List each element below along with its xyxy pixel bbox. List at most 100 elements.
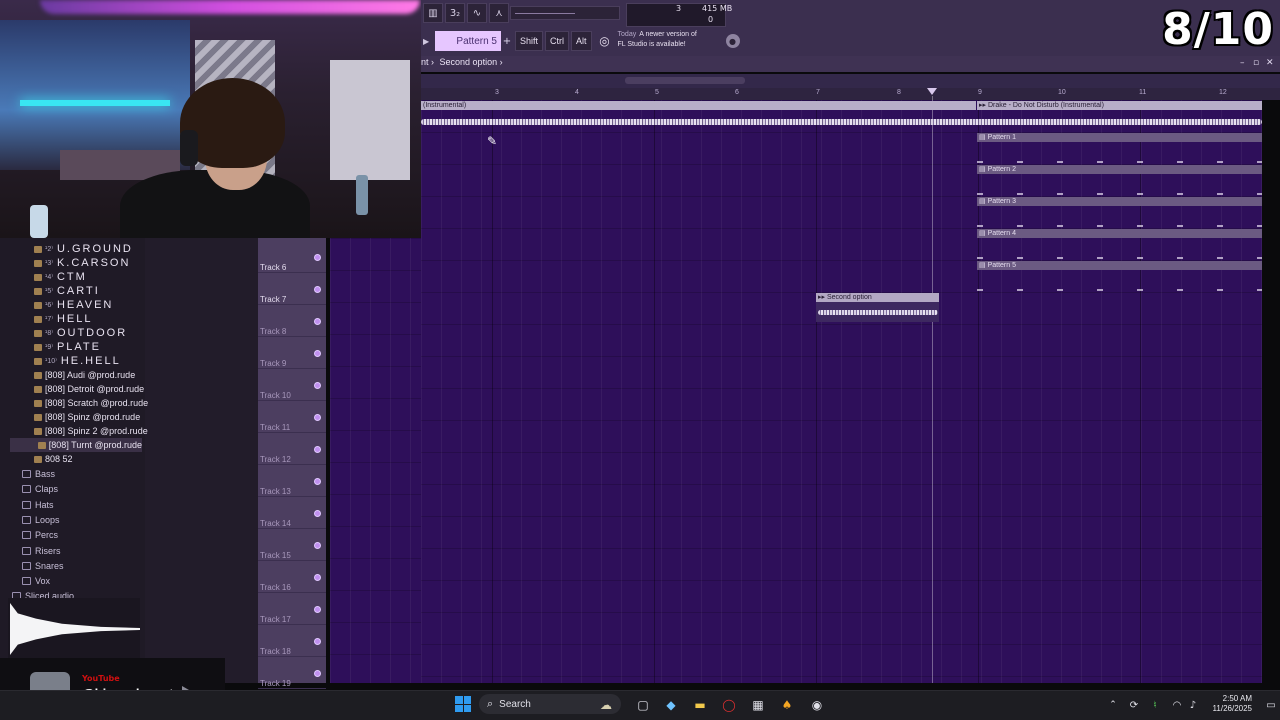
browser-sample[interactable]: [808] Detroit @prod.rude bbox=[34, 382, 144, 396]
track-mute-led-icon[interactable] bbox=[314, 574, 321, 581]
browser-preset[interactable]: ¹4⁾ CTM bbox=[34, 270, 87, 284]
file-explorer-icon[interactable]: ▬ bbox=[691, 696, 709, 714]
globe-icon[interactable]: ● bbox=[725, 34, 740, 48]
wave-icon[interactable]: ∿ bbox=[467, 3, 487, 23]
horizontal-scrollbar[interactable] bbox=[421, 74, 1280, 88]
track-header[interactable]: Track 15 bbox=[258, 529, 326, 561]
track-header[interactable]: Track 11 bbox=[258, 401, 326, 433]
browser-folder[interactable]: Hats bbox=[22, 498, 54, 512]
volume-icon[interactable]: ♪ bbox=[1184, 696, 1202, 714]
browser-folder[interactable]: Bass bbox=[22, 467, 55, 481]
browser-sample[interactable]: [808] Spinz @prod.rude bbox=[34, 410, 140, 424]
task-view-icon[interactable]: ▢ bbox=[634, 696, 652, 714]
store-icon[interactable]: ▦ bbox=[749, 696, 767, 714]
audio-clip-icon: ▸▸ bbox=[818, 294, 827, 301]
track-header[interactable]: Track 9 bbox=[258, 337, 326, 369]
track-header[interactable]: Track 6 bbox=[258, 241, 326, 273]
pattern-clip[interactable]: ▤ Pattern 3 bbox=[977, 197, 1262, 206]
pattern-clip[interactable]: ▤ Pattern 4 bbox=[977, 229, 1262, 238]
pattern-clip[interactable]: ▤ Pattern 1 bbox=[977, 133, 1262, 142]
track-mute-led-icon[interactable] bbox=[314, 286, 321, 293]
chevron-up-icon[interactable]: ⌃ bbox=[1104, 696, 1122, 714]
track-mute-led-icon[interactable] bbox=[314, 446, 321, 453]
browser-folder[interactable]: Claps bbox=[22, 482, 58, 496]
browser-preset[interactable]: ¹7⁾ HELL bbox=[34, 312, 92, 326]
ctrl-button[interactable]: Ctrl bbox=[545, 31, 570, 51]
pattern-selector[interactable]: Pattern 5 bbox=[435, 31, 501, 51]
track-header[interactable]: Track 8 bbox=[258, 305, 326, 337]
shift-button[interactable]: Shift bbox=[515, 31, 544, 51]
playlist-grid[interactable] bbox=[421, 100, 1262, 683]
track-mute-led-icon[interactable] bbox=[314, 318, 321, 325]
browser-folder[interactable]: Snares bbox=[22, 559, 64, 573]
metronome-icon[interactable]: ⋏ bbox=[489, 3, 509, 23]
maximize-icon[interactable]: ▫ bbox=[1253, 58, 1259, 68]
alt-button[interactable]: Alt bbox=[571, 31, 592, 51]
browser-sample[interactable]: [808] Scratch @prod.rude bbox=[34, 396, 148, 410]
track-header[interactable]: Track 19 bbox=[258, 657, 326, 689]
browser-preset[interactable]: ¹8⁾ OUTDOOR bbox=[34, 326, 127, 340]
audio-clip-header[interactable]: ▸▸ Drake - Do Not Disturb (Instrumental) bbox=[977, 101, 1262, 110]
pattern-clip[interactable]: ▤ Pattern 5 bbox=[977, 261, 1262, 270]
news-icon[interactable]: ◎ bbox=[596, 31, 614, 51]
track-header[interactable]: Track 13 bbox=[258, 465, 326, 497]
copilot-icon[interactable]: ◆ bbox=[662, 696, 680, 714]
minimize-icon[interactable]: – bbox=[1240, 58, 1245, 68]
microphone-icon[interactable]: ♮ bbox=[1146, 696, 1164, 714]
track-header[interactable]: Track 14 bbox=[258, 497, 326, 529]
track-mute-led-icon[interactable] bbox=[314, 510, 321, 517]
browser-sample[interactable]: [808] Audi @prod.rude bbox=[34, 368, 135, 382]
master-slider[interactable] bbox=[510, 6, 620, 20]
notification-icon[interactable]: ▭ bbox=[1262, 696, 1280, 714]
timeline-ruler[interactable] bbox=[421, 88, 1280, 100]
scrollbar-thumb[interactable] bbox=[625, 77, 745, 84]
track-mute-led-icon[interactable] bbox=[314, 478, 321, 485]
browser-preset[interactable]: ¹9⁾ PLATE bbox=[34, 340, 101, 354]
browser-preset[interactable]: ¹5⁾ CARTI bbox=[34, 284, 100, 298]
browser-folder[interactable]: Risers bbox=[22, 544, 61, 558]
second-option-clip[interactable]: ▸▸ Second option bbox=[816, 293, 939, 302]
news-panel[interactable]: Today A newer version of FL Studio is ava… bbox=[618, 30, 726, 52]
track-mute-led-icon[interactable] bbox=[314, 542, 321, 549]
browser-preset[interactable]: ¹2⁾ U.GROUND bbox=[34, 242, 133, 256]
browser-folder[interactable]: Loops bbox=[22, 513, 60, 527]
preset-label: CTM bbox=[56, 271, 87, 283]
step-icon[interactable]: 3₂ bbox=[445, 3, 465, 23]
browser-folder[interactable]: Percs bbox=[22, 528, 58, 542]
play-arrow-icon[interactable]: ▶ bbox=[423, 31, 431, 51]
track-header[interactable]: Track 10 bbox=[258, 369, 326, 401]
playlist-grid-lower[interactable] bbox=[330, 238, 421, 683]
browser-folder[interactable]: Vox bbox=[22, 574, 50, 588]
track-header[interactable]: Track 7 bbox=[258, 273, 326, 305]
weather-icon[interactable]: ☁ bbox=[597, 696, 615, 714]
browser-preset[interactable]: ¹6⁾ HEAVEN bbox=[34, 298, 113, 312]
browser-sample[interactable]: [808] Turnt @prod.rude bbox=[10, 438, 142, 452]
track-mute-led-icon[interactable] bbox=[314, 414, 321, 421]
add-pattern-button[interactable]: + bbox=[501, 31, 513, 51]
track-header[interactable]: Track 17 bbox=[258, 593, 326, 625]
windows-start-icon[interactable] bbox=[455, 696, 471, 712]
opera-icon[interactable]: ◯ bbox=[720, 696, 738, 714]
browser-sample[interactable]: 808 52 bbox=[34, 452, 73, 466]
fl-studio-icon[interactable]: ♠ bbox=[778, 696, 796, 714]
track-mute-led-icon[interactable] bbox=[314, 638, 321, 645]
pattern-clip[interactable]: ▤ Pattern 2 bbox=[977, 165, 1262, 174]
obs-icon[interactable]: ◉ bbox=[808, 696, 826, 714]
taskbar-clock[interactable]: 2:50 AM 11/26/2025 bbox=[1202, 694, 1252, 714]
browser-sample[interactable]: [808] Spinz 2 @prod.rude bbox=[34, 424, 148, 438]
audio-clip-header[interactable]: (Instrumental) bbox=[421, 101, 976, 110]
track-mute-led-icon[interactable] bbox=[314, 606, 321, 613]
track-header[interactable]: Track 18 bbox=[258, 625, 326, 657]
track-mute-led-icon[interactable] bbox=[314, 670, 321, 677]
track-header[interactable]: Track 12 bbox=[258, 433, 326, 465]
sync-icon[interactable]: ⟳ bbox=[1125, 696, 1143, 714]
track-mute-led-icon[interactable] bbox=[314, 254, 321, 261]
browser-preset[interactable]: ¹10⁾ HE.HELL bbox=[34, 354, 121, 368]
browser-preset[interactable]: ¹3⁾ K.CARSON bbox=[34, 256, 130, 270]
track-header[interactable]: Track 16 bbox=[258, 561, 326, 593]
track-mute-led-icon[interactable] bbox=[314, 350, 321, 357]
playhead-marker-icon[interactable] bbox=[927, 88, 937, 95]
piano-icon[interactable]: ▥ bbox=[423, 3, 443, 23]
close-icon[interactable]: ✕ bbox=[1266, 58, 1274, 68]
track-mute-led-icon[interactable] bbox=[314, 382, 321, 389]
